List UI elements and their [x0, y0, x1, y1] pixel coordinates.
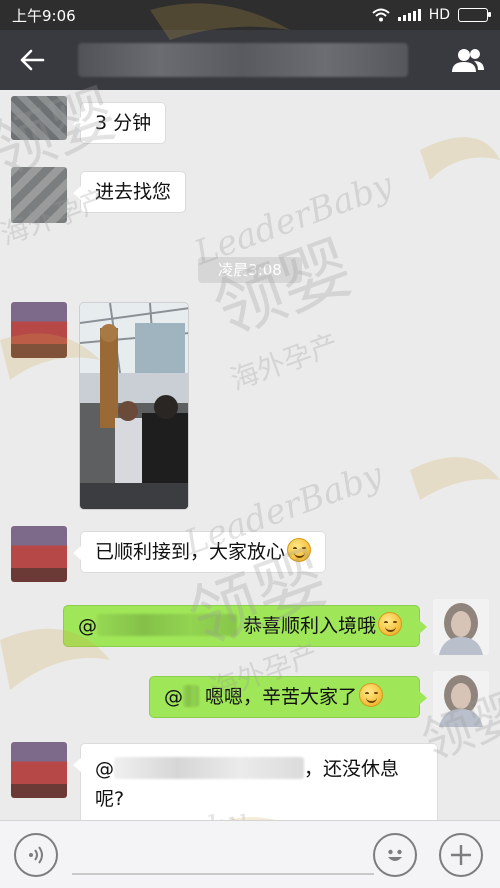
back-arrow-icon [20, 49, 45, 71]
smile-emoji-icon [287, 538, 312, 562]
message-text: 进去找您 [95, 181, 172, 203]
emoji-button[interactable] [373, 833, 417, 877]
plus-button[interactable] [439, 833, 483, 877]
sender-avatar[interactable] [11, 302, 67, 358]
voice-icon [29, 846, 43, 864]
back-button[interactable] [0, 30, 64, 90]
group-members-button[interactable] [448, 40, 488, 80]
message-bubble[interactable]: 已顺利接到，大家放心 [72, 531, 327, 573]
status-icons: HD [372, 7, 491, 23]
signal-icon [397, 9, 421, 21]
smile-emoji-icon [359, 683, 384, 707]
message-input[interactable] [72, 873, 374, 875]
status-bar: 上午9:06 HD [0, 0, 500, 30]
message-text: 嗯嗯，辛苦大家了 [205, 686, 358, 708]
message-list[interactable]: 3 分钟 进去找您 凌晨3:08 已顺利接到，大家放心 @ 恭喜顺利入境哦 @ … [0, 90, 500, 820]
image-message[interactable] [79, 302, 189, 510]
my-avatar[interactable] [433, 599, 489, 655]
message-text-line2: 呢? [95, 788, 125, 810]
group-members-icon [452, 49, 484, 72]
status-time: 上午9:06 [12, 6, 76, 25]
photo-content [80, 303, 188, 509]
mention-name-blurred [97, 614, 237, 636]
message-bubble[interactable]: @ 恭喜顺利入境哦 [63, 605, 427, 647]
message-text: 3 分钟 [95, 112, 152, 134]
mention-name-blurred [183, 685, 199, 707]
sender-avatar[interactable] [11, 96, 67, 140]
battery-icon [458, 8, 491, 22]
message-text: ，还没休息 [304, 758, 400, 780]
smile-emoji-icon [378, 612, 403, 636]
message-bubble[interactable]: @ ，还没休息 呢? [73, 743, 438, 820]
input-bar [0, 820, 500, 888]
wifi-icon [372, 8, 390, 22]
time-divider: 凌晨3:08 [198, 257, 302, 283]
network-type: HD [428, 7, 450, 23]
message-bubble[interactable]: @ 嗯嗯，辛苦大家了 [149, 676, 427, 718]
chat-header [0, 30, 500, 90]
sender-avatar[interactable] [11, 167, 67, 223]
message-text: 已顺利接到，大家放心 [95, 541, 286, 563]
mention-at: @ [164, 686, 183, 708]
mention-at: @ [95, 758, 114, 780]
voice-button[interactable] [14, 833, 58, 877]
plus-icon [451, 845, 471, 865]
mention-name-blurred [114, 757, 304, 779]
chat-title [78, 43, 408, 77]
message-text: 恭喜顺利入境哦 [243, 615, 377, 637]
emoji-icon [388, 849, 402, 861]
mention-at: @ [78, 615, 97, 637]
message-bubble[interactable]: 3 分钟 [72, 102, 167, 144]
message-bubble[interactable]: 进去找您 [72, 171, 187, 213]
sender-avatar[interactable] [11, 526, 67, 582]
sender-avatar[interactable] [11, 742, 67, 798]
my-avatar[interactable] [433, 671, 489, 727]
